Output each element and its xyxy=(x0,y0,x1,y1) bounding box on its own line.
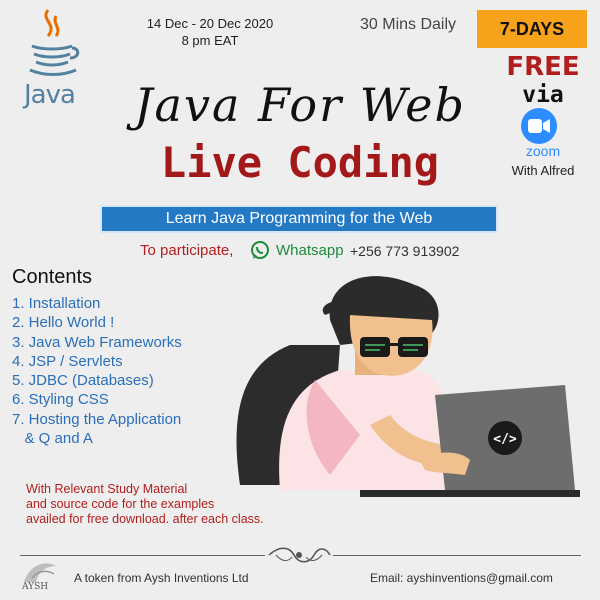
zoom-icon xyxy=(521,108,557,144)
whatsapp-label[interactable]: Whatsapp xyxy=(276,242,344,259)
list-item: 4. JSP / Servlets xyxy=(12,352,123,370)
list-item: 7. Hosting the Application xyxy=(12,410,182,428)
via-label: via xyxy=(522,82,564,108)
footer-credit: A token from Aysh Inventions Ltd xyxy=(74,571,249,585)
study-material-note: With Relevant Study Material and source … xyxy=(26,482,306,527)
list-item: & Q and A xyxy=(12,430,93,448)
days-badge: 7-DAYS xyxy=(477,10,587,48)
ornament-icon xyxy=(268,547,331,563)
event-dates: 14 Dec - 20 Dec 2020 8 pm EAT xyxy=(130,15,290,49)
list-item: 5. JDBC (Databases) xyxy=(12,372,154,390)
programmer-illustration: </> xyxy=(236,276,580,497)
code-symbol: </> xyxy=(493,432,517,447)
whatsapp-icon xyxy=(251,241,269,259)
participate-label: To participate, xyxy=(140,242,234,259)
material-line: availed for free download. after each cl… xyxy=(26,512,264,526)
event-time: 8 pm EAT xyxy=(181,33,239,48)
course-title: Java For Web xyxy=(134,78,466,132)
java-logo: Java xyxy=(18,6,88,110)
host-label: With Alfred xyxy=(511,163,575,178)
list-item: 3. Java Web Frameworks xyxy=(12,333,182,351)
zoom-label: zoom xyxy=(525,143,561,159)
glasses-left xyxy=(360,337,390,357)
contents-heading: Contents xyxy=(12,266,93,288)
glasses-right xyxy=(398,337,428,357)
subtitle-banner: Learn Java Programming for the Web xyxy=(100,205,498,233)
java-logo-text: Java xyxy=(24,80,76,110)
whatsapp-number[interactable]: +256 773 913902 xyxy=(350,243,459,259)
java-cup-icon xyxy=(29,9,80,76)
duration-label: 30 Mins Daily xyxy=(360,16,457,33)
footer-email[interactable]: Email: ayshinventions@gmail.com xyxy=(370,571,553,585)
live-coding-title: Live Coding xyxy=(160,138,440,187)
footer-divider xyxy=(333,555,581,556)
contents-list: 1. Installation 2. Hello World ! 3. Java… xyxy=(12,294,182,448)
free-label: FREE xyxy=(506,52,580,82)
video-camera-icon xyxy=(528,119,550,133)
list-item: 6. Styling CSS xyxy=(12,391,109,409)
material-line: and source code for the examples xyxy=(26,497,215,511)
aysh-logo-text: AYSH xyxy=(22,582,49,592)
date-range: 14 Dec - 20 Dec 2020 xyxy=(146,16,274,31)
list-item: 2. Hello World ! xyxy=(12,314,115,332)
material-line: With Relevant Study Material xyxy=(26,482,188,496)
list-item: 1. Installation xyxy=(12,295,101,312)
